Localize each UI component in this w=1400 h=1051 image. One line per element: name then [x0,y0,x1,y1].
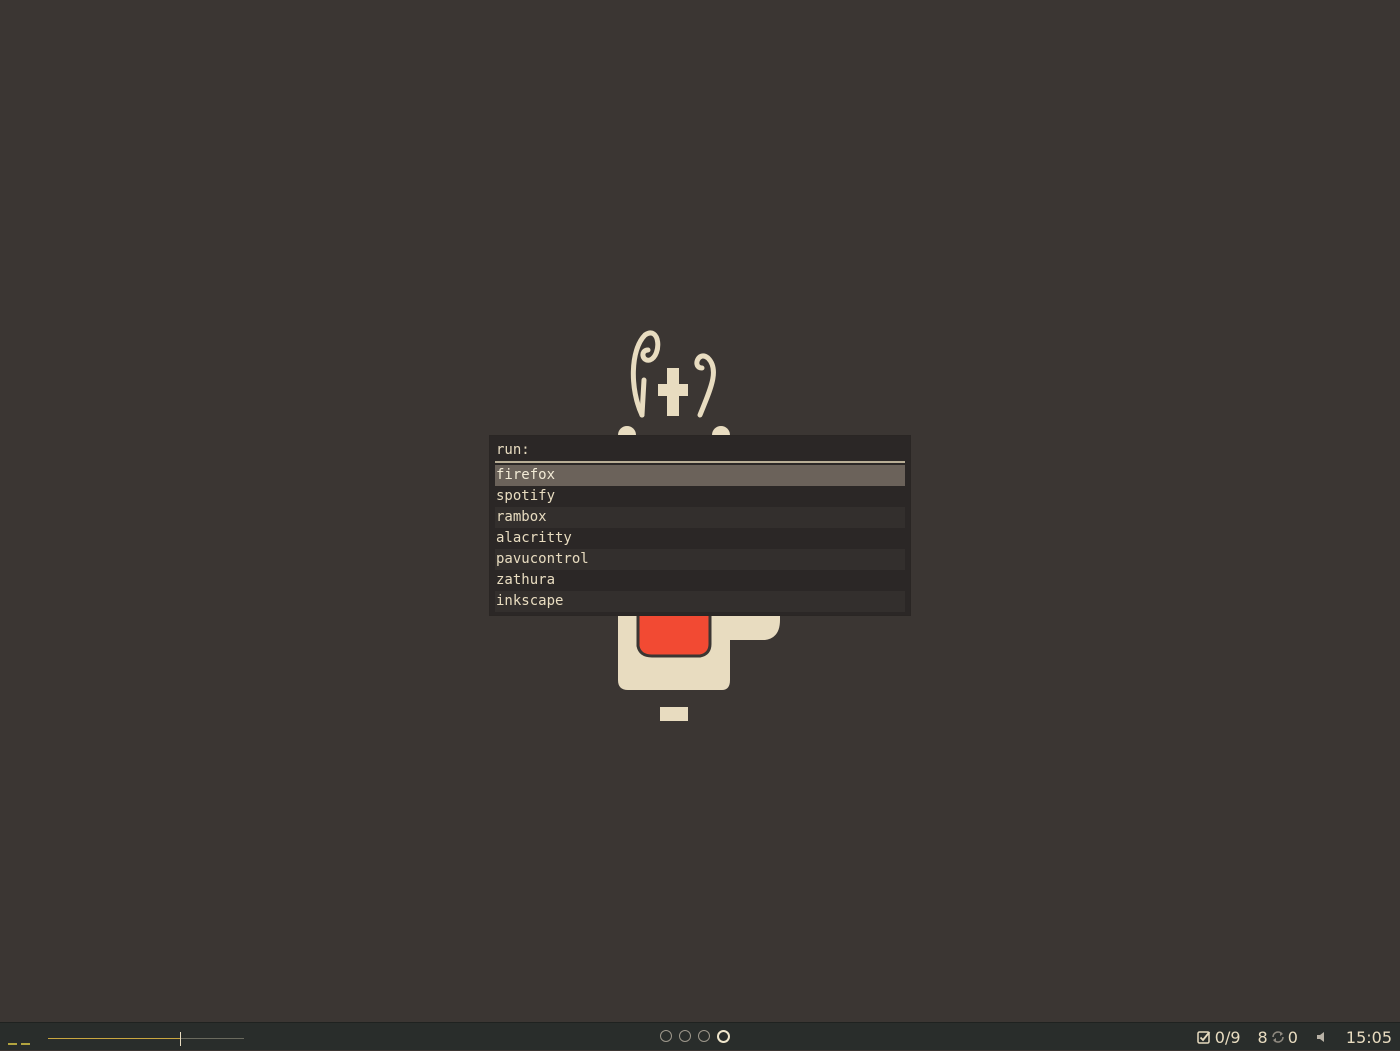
workspace-4[interactable] [717,1030,730,1043]
prompt-label: run: [496,442,530,458]
launcher-results-list: firefox spotify rambox alacritty pavucon… [495,465,905,612]
slider-fill [48,1038,181,1039]
launcher-item-firefox[interactable]: firefox [495,465,905,486]
launcher-item-spotify[interactable]: spotify [495,486,905,507]
status-bar: 0/9 8 0 15:05 [0,1022,1400,1050]
workspace-3[interactable] [698,1030,710,1042]
speaker-icon[interactable] [1316,1031,1328,1043]
prompt-underline [495,461,905,463]
tasks-count: 0/9 [1214,1027,1241,1047]
slider-knob[interactable] [180,1032,181,1046]
prompt-row[interactable]: run: [496,440,904,460]
workspace-2[interactable] [679,1030,691,1042]
tile-layout-icon[interactable] [8,1043,32,1046]
launcher-item-pavucontrol[interactable]: pavucontrol [495,549,905,570]
updates-count: 8 [1257,1027,1268,1047]
workspace-indicators [660,1030,730,1046]
launcher-item-rambox[interactable]: rambox [495,507,905,528]
workspace-1[interactable] [660,1030,672,1042]
right-status-area: 0/9 8 0 15:05 [1197,1023,1392,1051]
brightness-slider[interactable] [48,1032,244,1046]
checkbox-icon [1197,1031,1210,1044]
launcher-item-inkscape[interactable]: inkscape [495,591,905,612]
sync-count: 0 [1287,1027,1298,1047]
tasks-widget[interactable]: 0/9 [1197,1028,1241,1047]
run-launcher: run: firefox spotify rambox alacritty pa… [490,436,910,615]
launcher-item-alacritty[interactable]: alacritty [495,528,905,549]
sync-icon [1271,1031,1284,1043]
clock[interactable]: 15:05 [1346,1028,1392,1047]
updates-widget[interactable]: 8 0 [1258,1028,1298,1047]
launcher-item-zathura[interactable]: zathura [495,570,905,591]
